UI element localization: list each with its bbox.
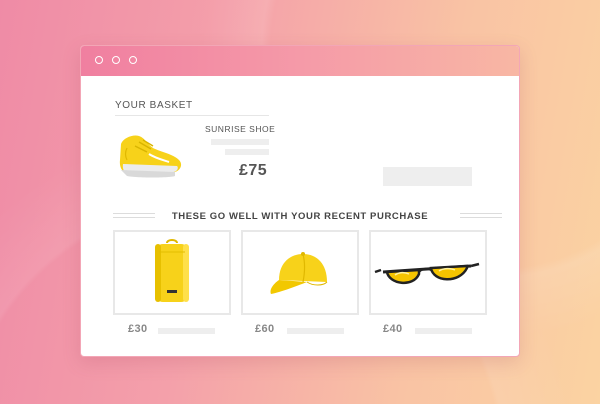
- sunglasses-icon: [374, 262, 480, 284]
- text-placeholder: [225, 149, 269, 155]
- recommendations-heading: THESE GO WELL WITH YOUR RECENT PURCHASE: [171, 211, 429, 222]
- text-placeholder: [211, 139, 269, 145]
- recommendation-card[interactable]: [369, 230, 487, 315]
- cap-icon: [270, 252, 328, 294]
- checkout-button-placeholder[interactable]: [383, 167, 472, 186]
- recommendation-price: £30: [128, 323, 148, 335]
- sneaker-icon: [119, 135, 182, 178]
- text-placeholder: [158, 328, 215, 334]
- window-control-dot[interactable]: [129, 56, 137, 64]
- backpack-icon: [155, 239, 189, 302]
- window-titlebar: [81, 46, 519, 76]
- browser-window: YOUR BASKET SUNRISE SHOE £75 THESE GO WE…: [80, 45, 520, 357]
- recommendation-card[interactable]: [241, 230, 359, 315]
- window-control-dot[interactable]: [95, 56, 103, 64]
- recommendation-price: £60: [255, 323, 275, 335]
- basket-item-name[interactable]: SUNRISE SHOE: [205, 124, 275, 134]
- basket-label: YOUR BASKET: [115, 100, 193, 111]
- text-placeholder: [287, 328, 344, 334]
- window-control-dot[interactable]: [112, 56, 120, 64]
- heading-divider-right: [460, 213, 502, 218]
- text-placeholder: [415, 328, 472, 334]
- basket-item-price: £75: [239, 162, 268, 179]
- recommendation-price: £40: [383, 323, 403, 335]
- recommendation-card[interactable]: [113, 230, 231, 315]
- basket-item-image[interactable]: [113, 124, 185, 182]
- basket-divider: [115, 115, 269, 116]
